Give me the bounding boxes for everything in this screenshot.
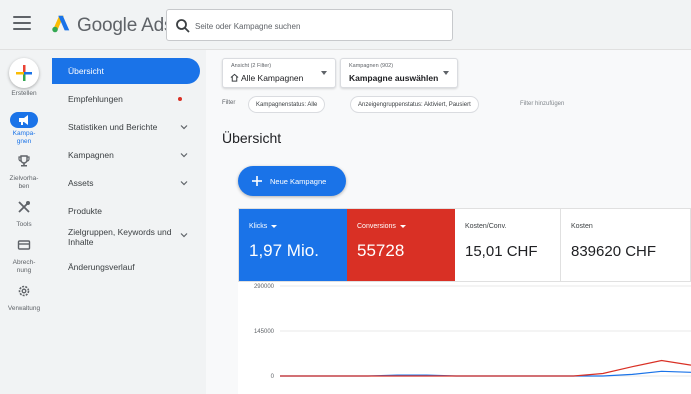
home-icon xyxy=(230,73,239,82)
rail-label: Abrech- nung xyxy=(12,259,36,274)
campaign-selector-caption: Kampagnen (902) xyxy=(349,63,394,69)
menu-icon[interactable] xyxy=(13,16,31,30)
nav-item-audiences-keywords[interactable]: Zielgruppen, Keywords und Inhalte xyxy=(52,222,202,248)
scorecard-conversions[interactable]: Conversions 55728 xyxy=(347,209,455,281)
nav-item-label: Statistiken und Berichte xyxy=(68,122,158,132)
plus-icon xyxy=(16,65,32,81)
rail-label: Zielvorha- ben xyxy=(9,175,39,190)
megaphone-icon xyxy=(19,115,28,125)
rail-item-create[interactable]: Erstellen xyxy=(0,58,48,98)
rail-item-billing[interactable]: Abrech- nung xyxy=(0,238,48,275)
rail-label: Kampa- gnen xyxy=(12,130,36,145)
view-selector-caption: Ansicht (2 Filter) xyxy=(231,63,272,69)
view-selector[interactable]: Ansicht (2 Filter) Alle Kampagnen xyxy=(222,58,336,88)
chevron-down-icon xyxy=(180,153,188,158)
rail-item-goals[interactable]: Zielvorha- ben xyxy=(0,154,48,191)
rail-label: Erstellen xyxy=(11,90,37,97)
gear-icon xyxy=(18,285,30,297)
filter-bar: Filter Kampagnenstatus: Alle Anzeigengru… xyxy=(206,94,691,116)
scorecard-name: Kosten/Conv. xyxy=(465,223,507,230)
nav-item-label: Zielgruppen, Keywords und Inhalte xyxy=(68,227,172,247)
scorecard-value: 15,01 CHF xyxy=(465,243,538,260)
brand-title: Google Ads xyxy=(77,15,174,36)
campaign-selector-value: Kampagne auswählen xyxy=(349,73,439,83)
nav-item-label: Übersicht xyxy=(68,66,104,76)
series-line-clicks xyxy=(280,370,691,377)
page-title: Übersicht xyxy=(222,130,282,146)
dropdown-arrow-icon xyxy=(443,71,449,75)
scorecard-cost-per-conversion[interactable]: Kosten/Conv. 15,01 CHF xyxy=(455,209,561,281)
nav-item-change-history[interactable]: Änderungsverlauf xyxy=(52,254,202,280)
rail-item-campaigns[interactable]: Kampa- gnen xyxy=(0,112,48,146)
nav-item-label: Empfehlungen xyxy=(68,94,123,104)
top-bar: Google Ads xyxy=(0,0,691,50)
scorecard-name: Conversions xyxy=(357,223,396,230)
add-filter-link[interactable]: Filter hinzufügen xyxy=(520,101,564,107)
scorecard-name: Klicks xyxy=(249,223,268,230)
performance-chart: 290000 145000 0 xyxy=(238,282,691,394)
chevron-down-icon xyxy=(180,125,188,130)
search-box[interactable] xyxy=(166,9,453,41)
nav-item-overview[interactable]: Übersicht xyxy=(52,58,200,84)
tools-icon xyxy=(18,201,30,213)
scorecard-value: 55728 xyxy=(357,241,405,260)
series-line-conversions xyxy=(280,359,691,377)
filter-chip-adgroup-status[interactable]: Anzeigengruppenstatus: Aktiviert, Pausie… xyxy=(350,96,479,113)
nav-item-label: Änderungsverlauf xyxy=(68,262,135,272)
google-ads-logo xyxy=(52,15,70,33)
nav-item-label: Kampagnen xyxy=(68,150,114,160)
nav-item-label: Assets xyxy=(68,178,94,188)
search-icon xyxy=(176,19,190,33)
y-tick-label: 0 xyxy=(271,374,275,380)
nav-item-campaigns[interactable]: Kampagnen xyxy=(52,142,202,168)
nav-item-assets[interactable]: Assets xyxy=(52,170,202,196)
y-tick-label: 145000 xyxy=(254,329,275,335)
chevron-down-icon xyxy=(180,181,188,186)
campaign-selector[interactable]: Kampagnen (902) Kampagne auswählen xyxy=(340,58,458,88)
nav-item-label: Produkte xyxy=(68,206,103,216)
nav-item-insights-reports[interactable]: Statistiken und Berichte xyxy=(52,114,202,140)
new-campaign-button[interactable]: Neue Kampagne xyxy=(238,166,346,196)
new-campaign-label: Neue Kampagne xyxy=(270,177,327,186)
y-tick-label: 290000 xyxy=(254,284,275,290)
notification-dot xyxy=(178,97,182,101)
scorecard-name: Kosten xyxy=(571,223,593,230)
trophy-icon xyxy=(18,155,30,167)
icon-rail: Erstellen Kampa- gnen Zielvorha- ben Too… xyxy=(0,50,48,394)
scorecards: Klicks 1,97 Mio. Conversions 55728 Koste… xyxy=(238,208,691,282)
rail-item-tools[interactable]: Tools xyxy=(0,200,48,229)
main-content: Ansicht (2 Filter) Alle Kampagnen Kampag… xyxy=(206,50,691,394)
scorecard-clicks[interactable]: Klicks 1,97 Mio. xyxy=(239,209,347,281)
credit-card-icon xyxy=(17,240,31,250)
chevron-down-icon xyxy=(180,233,188,238)
dropdown-arrow-icon xyxy=(399,224,406,228)
dropdown-arrow-icon xyxy=(271,224,278,228)
search-input[interactable] xyxy=(195,16,445,36)
scorecard-cost[interactable]: Kosten 839620 CHF xyxy=(561,209,671,281)
view-selector-value: Alle Kampagnen xyxy=(241,73,304,83)
scorecard-value: 1,97 Mio. xyxy=(249,241,319,260)
rail-item-admin[interactable]: Verwaltung xyxy=(0,284,48,313)
filter-chip-campaign-status[interactable]: Kampagnenstatus: Alle xyxy=(248,96,326,113)
nav-item-products[interactable]: Produkte xyxy=(52,198,202,224)
create-button[interactable] xyxy=(9,58,39,88)
nav-panel: Übersicht Empfehlungen Statistiken und B… xyxy=(48,50,206,394)
plus-icon xyxy=(252,176,262,186)
rail-label: Verwaltung xyxy=(7,305,41,312)
scorecard-value: 839620 CHF xyxy=(571,243,657,260)
dropdown-arrow-icon xyxy=(321,71,327,75)
rail-label: Tools xyxy=(16,221,32,228)
nav-item-recommendations[interactable]: Empfehlungen xyxy=(52,86,202,112)
filter-label: Filter xyxy=(222,100,236,106)
